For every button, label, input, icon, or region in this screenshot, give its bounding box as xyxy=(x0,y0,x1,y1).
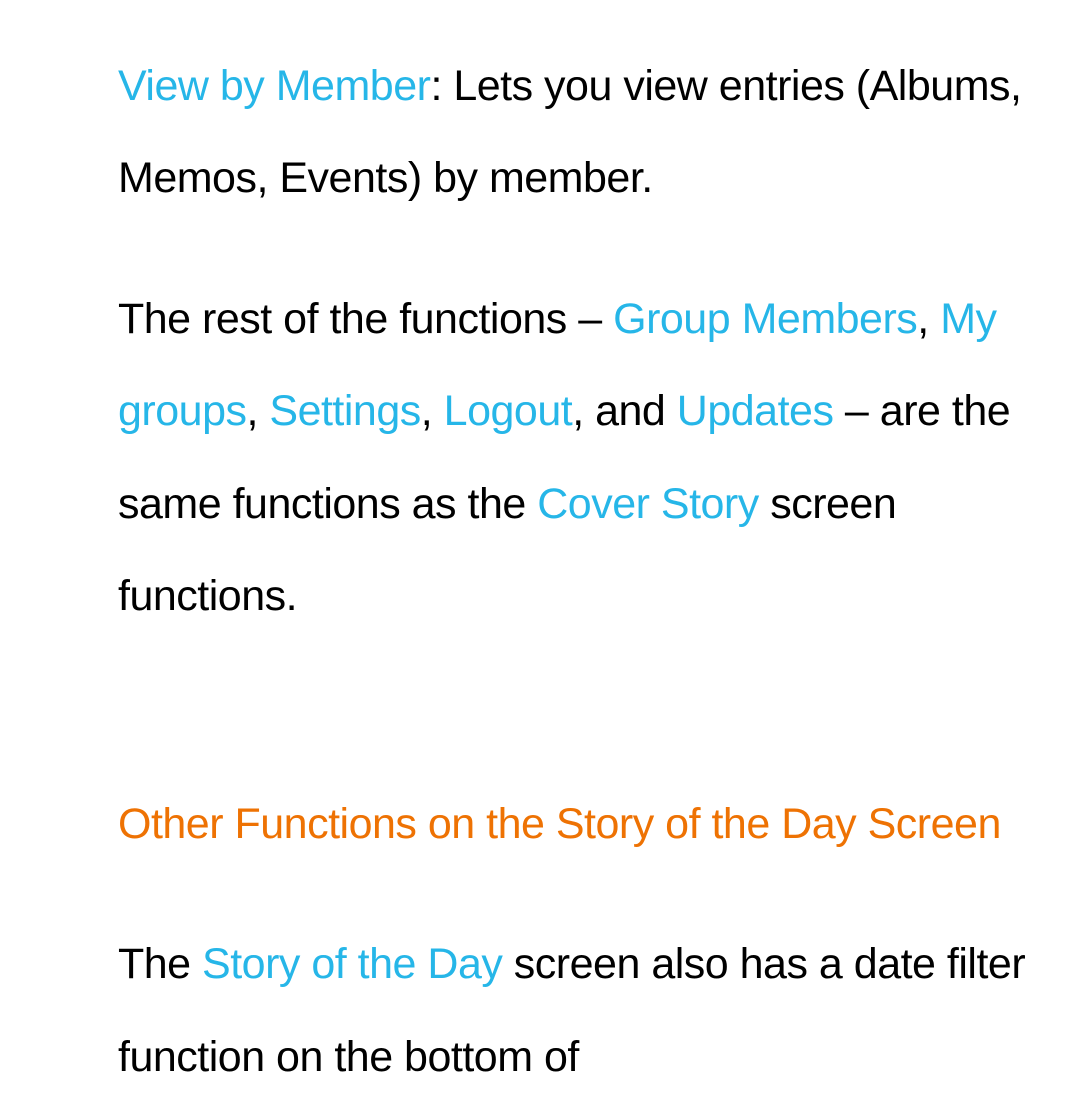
text: , and xyxy=(572,387,677,435)
paragraph-view-by-member: View by Member: Lets you view entries (A… xyxy=(118,40,1040,225)
link-cover-story[interactable]: Cover Story xyxy=(537,480,759,528)
text: , xyxy=(246,387,269,435)
text: The xyxy=(118,940,202,988)
text: The rest of the functions – xyxy=(118,295,613,343)
link-group-members[interactable]: Group Members xyxy=(613,295,917,343)
paragraph-rest-of-functions: The rest of the functions – Group Member… xyxy=(118,273,1040,643)
link-story-of-the-day[interactable]: Story of the Day xyxy=(202,940,502,988)
heading-other-functions: Other Functions on the Story of the Day … xyxy=(118,778,1040,870)
link-view-by-member[interactable]: View by Member xyxy=(118,62,430,110)
link-logout[interactable]: Logout xyxy=(444,387,573,435)
link-settings[interactable]: Settings xyxy=(269,387,420,435)
text: , xyxy=(917,295,940,343)
text: , xyxy=(421,387,444,435)
link-updates[interactable]: Updates xyxy=(677,387,834,435)
document-content: View by Member: Lets you view entries (A… xyxy=(118,40,1040,1103)
paragraph-story-of-the-day: The Story of the Day screen also has a d… xyxy=(118,918,1040,1103)
